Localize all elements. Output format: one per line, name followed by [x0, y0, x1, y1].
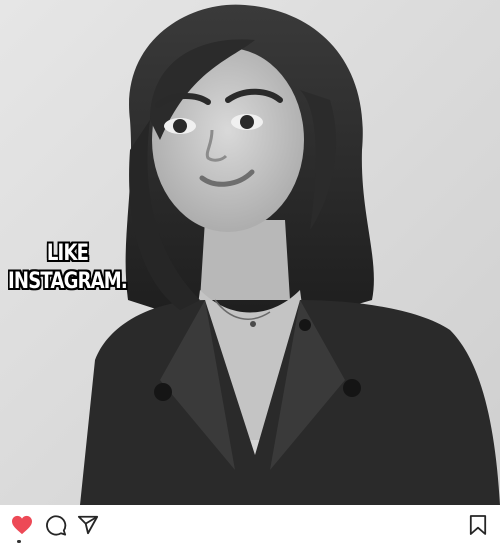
heart-icon [12, 515, 32, 535]
instagram-post: LIKE INSTAGRAM. [0, 0, 500, 543]
post-action-bar [0, 505, 500, 543]
bookmark-icon [469, 515, 487, 535]
paper-plane-icon [77, 515, 99, 535]
meme-caption: LIKE INSTAGRAM. [6, 240, 129, 296]
caption-line-2: INSTAGRAM. [8, 269, 128, 294]
share-button[interactable] [76, 513, 100, 537]
comment-icon [46, 515, 67, 536]
caption-line-1: LIKE [46, 241, 89, 266]
like-button[interactable] [10, 513, 34, 537]
comment-button[interactable] [44, 513, 68, 537]
save-button[interactable] [466, 513, 490, 537]
